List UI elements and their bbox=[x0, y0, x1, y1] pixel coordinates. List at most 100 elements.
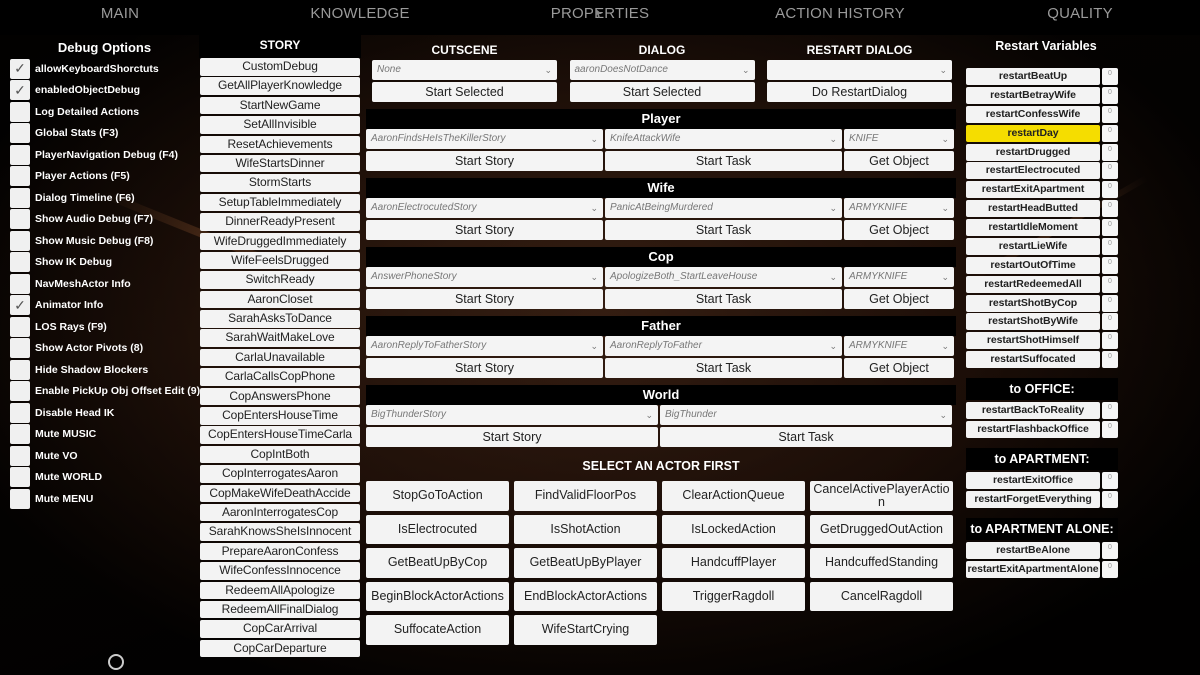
restart-variable-button[interactable]: restartExitApartment bbox=[966, 181, 1100, 199]
debug-option-row[interactable]: Show Audio Debug (F7) bbox=[10, 209, 195, 231]
story-button[interactable]: RedeemAllFinalDialog bbox=[200, 600, 360, 619]
story-button[interactable]: CustomDebug bbox=[200, 58, 360, 76]
restart-variable-value-field[interactable]: 0 bbox=[1102, 124, 1118, 142]
checkbox[interactable] bbox=[10, 316, 30, 337]
story-button[interactable]: DinnerReadyPresent bbox=[200, 213, 360, 231]
restart-variable-button[interactable]: restartExitApartmentAlone bbox=[966, 561, 1100, 579]
wife-start-task-button[interactable]: Start Task bbox=[605, 220, 842, 240]
restart-variable-value-field[interactable]: 0 bbox=[1102, 200, 1118, 218]
wife-task-select[interactable]: PanicAtBeingMurdered ⌄ bbox=[605, 198, 842, 218]
debug-option-row[interactable]: ✓ enabledObjectDebug bbox=[10, 80, 195, 102]
restart-variable-value-field[interactable]: 0 bbox=[1102, 421, 1118, 439]
story-button[interactable]: StormStarts bbox=[200, 174, 360, 192]
story-button[interactable]: GetAllPlayerKnowledge bbox=[200, 77, 360, 95]
story-button[interactable]: CarlaUnavailable bbox=[200, 348, 360, 367]
debug-option-row[interactable]: PlayerNavigation Debug (F4) bbox=[10, 144, 195, 166]
story-button[interactable]: RedeemAllApologize bbox=[200, 581, 360, 600]
restart-variable-button[interactable]: restartShotByWife bbox=[966, 313, 1100, 331]
restart-variable-button[interactable]: restartDrugged bbox=[966, 143, 1100, 161]
restart-variable-button[interactable]: restartLieWife bbox=[966, 237, 1100, 255]
debug-option-row[interactable]: Hide Shadow Blockers bbox=[10, 359, 195, 381]
action-button[interactable]: StopGoToAction bbox=[366, 481, 509, 511]
cop-object-select[interactable]: ARMYKNIFE ⌄ bbox=[844, 267, 954, 287]
debug-option-row[interactable]: Mute MUSIC bbox=[10, 424, 195, 446]
checkbox-checked[interactable]: ✓ bbox=[10, 80, 30, 101]
action-button[interactable]: EndBlockActorActions bbox=[514, 581, 657, 611]
checkbox[interactable] bbox=[10, 187, 30, 208]
father-task-select[interactable]: AaronReplyToFather ⌄ bbox=[605, 336, 842, 356]
story-button[interactable]: WifeStartsDinner bbox=[200, 154, 360, 173]
restart-variable-button[interactable]: restartBeAlone bbox=[966, 542, 1100, 560]
checkbox[interactable] bbox=[10, 144, 30, 165]
story-button[interactable]: SarahWaitMakeLove bbox=[200, 329, 360, 347]
checkbox[interactable] bbox=[10, 230, 30, 251]
restart-variable-button[interactable]: restartShotByCop bbox=[966, 294, 1100, 312]
cop-story-select[interactable]: AnswerPhoneStory ⌄ bbox=[366, 267, 603, 287]
father-story-select[interactable]: AaronReplyToFatherStory ⌄ bbox=[366, 336, 603, 356]
story-button[interactable]: ResetAchievements bbox=[200, 135, 360, 154]
debug-option-row[interactable]: ✓ allowKeyboardShorctuts bbox=[10, 58, 195, 80]
cutscene-start-selected-button[interactable]: Start Selected bbox=[372, 82, 557, 102]
checkbox[interactable] bbox=[10, 273, 30, 294]
action-button[interactable]: WifeStartCrying bbox=[514, 615, 657, 645]
restart-variable-button[interactable]: restartBeatUp bbox=[966, 68, 1100, 85]
restart-variable-button[interactable]: restartSuffocated bbox=[966, 351, 1100, 369]
father-get-object-button[interactable]: Get Object bbox=[844, 358, 954, 378]
debug-option-row[interactable]: Disable Head IK bbox=[10, 402, 195, 424]
restart-variable-value-field[interactable]: 0 bbox=[1102, 561, 1118, 579]
player-start-task-button[interactable]: Start Task bbox=[605, 151, 842, 171]
restart-variable-value-field[interactable]: 0 bbox=[1102, 143, 1118, 161]
dialog-start-selected-button[interactable]: Start Selected bbox=[569, 82, 755, 102]
action-button[interactable]: IsShotAction bbox=[514, 514, 657, 544]
tab-main[interactable]: MAIN bbox=[0, 0, 240, 30]
action-button[interactable]: HandcuffedStanding bbox=[810, 548, 953, 578]
checkbox[interactable] bbox=[10, 252, 30, 273]
do-restart-dialog-button[interactable]: Do RestartDialog bbox=[767, 82, 952, 102]
checkbox[interactable] bbox=[10, 101, 30, 122]
story-button[interactable]: StartNewGame bbox=[200, 96, 360, 115]
debug-option-row[interactable]: Mute WORLD bbox=[10, 467, 195, 489]
debug-option-row[interactable]: Mute MENU bbox=[10, 488, 195, 510]
action-button[interactable]: FindValidFloorPos bbox=[514, 481, 657, 511]
checkbox[interactable] bbox=[10, 402, 30, 423]
debug-option-row[interactable]: Log Detailed Actions bbox=[10, 101, 195, 123]
restart-variable-value-field[interactable]: 0 bbox=[1102, 294, 1118, 312]
father-start-task-button[interactable]: Start Task bbox=[605, 358, 842, 378]
checkbox-checked[interactable]: ✓ bbox=[10, 58, 30, 79]
cop-get-object-button[interactable]: Get Object bbox=[844, 289, 954, 309]
action-button[interactable]: SuffocateAction bbox=[366, 615, 509, 645]
restart-variable-value-field[interactable]: 0 bbox=[1102, 313, 1118, 331]
player-story-select[interactable]: AaronFindsHeIsTheKillerStory ⌄ bbox=[366, 129, 603, 149]
checkbox[interactable] bbox=[10, 166, 30, 187]
checkbox[interactable] bbox=[10, 467, 30, 488]
restart-variable-value-field[interactable]: 0 bbox=[1102, 162, 1118, 180]
restart-variable-button[interactable]: restartBetrayWife bbox=[966, 86, 1100, 104]
story-button[interactable]: CopEntersHouseTimeCarla bbox=[200, 426, 360, 444]
debug-option-row[interactable]: Show Music Debug (F8) bbox=[10, 230, 195, 252]
restart-variable-value-field[interactable]: 0 bbox=[1102, 256, 1118, 274]
story-button[interactable]: AaronCloset bbox=[200, 290, 360, 309]
restart-variable-button[interactable]: restartBackToReality bbox=[966, 402, 1100, 420]
world-story-select[interactable]: BigThunderStory ⌄ bbox=[366, 405, 658, 425]
restart-variable-button[interactable]: restartDay bbox=[966, 124, 1100, 142]
action-button[interactable]: IsLockedAction bbox=[662, 514, 805, 544]
wife-get-object-button[interactable]: Get Object bbox=[844, 220, 954, 240]
player-get-object-button[interactable]: Get Object bbox=[844, 151, 954, 171]
checkbox[interactable] bbox=[10, 488, 30, 509]
restart-variable-button[interactable]: restartIdleMoment bbox=[966, 219, 1100, 236]
restart-variable-button[interactable]: restartElectrocuted bbox=[966, 162, 1100, 180]
action-button[interactable]: CancelRagdoll bbox=[810, 581, 953, 611]
checkbox[interactable] bbox=[10, 381, 30, 402]
story-button[interactable]: CopCarDeparture bbox=[200, 639, 360, 658]
world-start-story-button[interactable]: Start Story bbox=[366, 427, 658, 447]
story-button[interactable]: SetupTableImmediately bbox=[200, 193, 360, 212]
debug-option-row[interactable]: Global Stats (F3) bbox=[10, 123, 195, 145]
story-button[interactable]: CopIntBoth bbox=[200, 445, 360, 464]
restart-variable-button[interactable]: restartForgetEverything bbox=[966, 491, 1100, 509]
debug-option-row[interactable]: ✓ Animator Info bbox=[10, 295, 195, 317]
restart-variable-value-field[interactable]: 0 bbox=[1102, 542, 1118, 560]
debug-option-row[interactable]: Show IK Debug bbox=[10, 252, 195, 274]
cop-task-select[interactable]: ApologizeBoth_StartLeaveHouse ⌄ bbox=[605, 267, 842, 287]
story-button[interactable]: SwitchReady bbox=[200, 271, 360, 289]
story-button[interactable]: PrepareAaronConfess bbox=[200, 542, 360, 561]
